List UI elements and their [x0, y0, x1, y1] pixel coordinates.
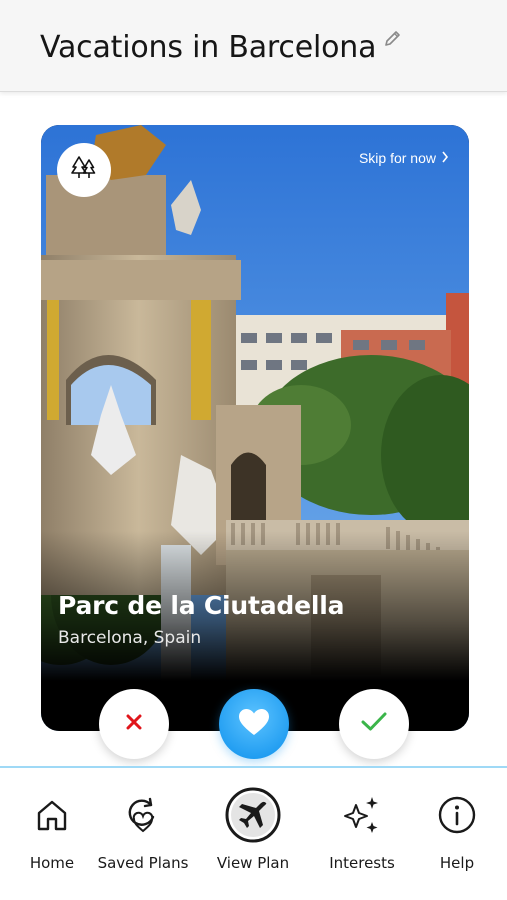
nav-label-view-plan: View Plan — [216, 854, 290, 872]
category-badge — [57, 143, 111, 197]
nav-item-interests[interactable]: Interests — [322, 768, 402, 888]
nav-item-saved-plans[interactable]: Saved Plans — [92, 768, 194, 888]
skip-for-now-link[interactable]: Skip for now — [359, 150, 449, 166]
nav-item-help[interactable]: Help — [428, 768, 486, 888]
nav-label-interests: Interests — [329, 854, 395, 872]
bottom-nav: Home Saved Plans View Plan Interests Hel… — [0, 768, 507, 900]
nav-label-saved-plans: Saved Plans — [97, 854, 189, 872]
like-button[interactable] — [219, 689, 289, 759]
airplane-icon — [224, 786, 282, 848]
pencil-icon[interactable] — [383, 28, 403, 48]
sparkles-icon — [340, 793, 384, 841]
heart-icon — [237, 707, 271, 741]
place-location: Barcelona, Spain — [58, 628, 202, 648]
skip-label: Skip for now — [358, 150, 436, 166]
chevron-right-icon — [441, 150, 449, 166]
home-icon — [34, 797, 70, 837]
nav-label-help: Help — [439, 854, 475, 872]
saved-plans-icon — [123, 795, 163, 839]
reject-button[interactable] — [99, 689, 169, 759]
close-icon — [125, 713, 143, 735]
page-title: Vacations in Barcelona — [40, 30, 377, 65]
nav-label-home: Home — [29, 854, 75, 872]
accept-button[interactable] — [339, 689, 409, 759]
nav-item-view-plan[interactable]: View Plan — [208, 768, 298, 888]
place-name: Parc de la Ciutadella — [58, 591, 345, 620]
app-header: Vacations in Barcelona — [0, 0, 507, 92]
info-icon — [437, 795, 477, 839]
place-card[interactable]: Skip for now Parc de la Ciutadella Barce… — [41, 125, 469, 731]
nav-item-home[interactable]: Home — [22, 768, 82, 888]
trees-icon — [70, 154, 98, 186]
check-icon — [361, 712, 387, 736]
